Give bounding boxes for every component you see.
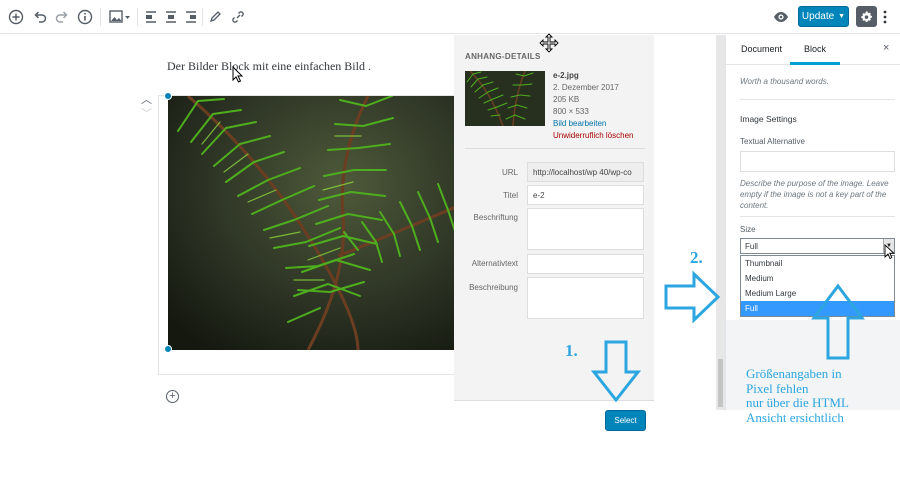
tab-document[interactable]: Document xyxy=(741,44,782,54)
url-label: URL xyxy=(501,168,518,177)
alt-help-line: content. xyxy=(740,201,769,210)
annotation-step-2: 2. xyxy=(690,248,703,267)
toolbar-divider xyxy=(202,8,203,26)
description-textarea[interactable] xyxy=(527,277,644,319)
size-select[interactable]: Full ▼ xyxy=(740,238,895,254)
resize-handle-top[interactable] xyxy=(164,92,172,100)
annotation-note-line: Ansicht ersichtlich xyxy=(746,409,844,425)
sidebar-tabs: Document Block × xyxy=(726,35,900,65)
attachment-date: 2. Dezember 2017 xyxy=(553,83,619,92)
alt-help-text: Describe the purpose of the image. Leave… xyxy=(740,178,898,211)
title-field[interactable]: e-2 xyxy=(527,185,644,205)
textual-alternative-label: Textual Alternative xyxy=(740,137,805,146)
link-icon[interactable] xyxy=(228,7,248,27)
sidebar-divider xyxy=(740,99,895,100)
move-cursor-icon xyxy=(539,33,559,53)
sidebar-scrollbar-track[interactable] xyxy=(716,35,725,410)
delete-permanently-link[interactable]: Unwiderruflich löschen xyxy=(553,131,633,140)
mouse-pointer-icon xyxy=(232,66,244,83)
attachment-details-title: ANHANG-DETAILS xyxy=(465,52,541,61)
panel-divider xyxy=(465,148,645,149)
attachment-thumbnail xyxy=(465,71,545,126)
sidebar-scrollbar-thumb[interactable] xyxy=(718,359,723,407)
textual-alternative-input[interactable] xyxy=(740,151,895,172)
align-right-icon[interactable] xyxy=(181,7,201,27)
editor-toolbar: Update ▼ xyxy=(0,0,900,34)
attachment-filename: e-2.jpg xyxy=(553,71,579,80)
toolbar-divider xyxy=(100,8,101,26)
align-left-icon[interactable] xyxy=(141,7,161,27)
title-label: Titel xyxy=(503,191,518,200)
annotation-step-1: 1. xyxy=(565,341,578,360)
info-icon[interactable] xyxy=(75,7,95,27)
align-center-icon[interactable] xyxy=(161,7,181,27)
alt-text-label: Alternativtext xyxy=(471,259,518,268)
image-block-photo[interactable] xyxy=(168,96,458,350)
pencil-icon[interactable] xyxy=(205,7,225,27)
mouse-pointer-icon xyxy=(884,244,895,260)
alt-help-line: empty if the image is not a key part of … xyxy=(740,190,887,199)
caption-label: Beschriftung xyxy=(473,213,518,222)
update-button-label: Update xyxy=(801,11,835,22)
annotation-arrow-down xyxy=(590,340,642,403)
block-move-down-icon[interactable]: ﹀ xyxy=(141,105,152,121)
alt-text-field[interactable] xyxy=(527,254,644,274)
caption-textarea[interactable] xyxy=(527,208,644,250)
attachment-filesize: 205 KB xyxy=(553,95,580,104)
annotation-note-line: Pixel fehlen xyxy=(746,380,809,396)
gear-icon xyxy=(861,11,873,23)
url-field[interactable]: http://localhost/wp 40/wp-co xyxy=(527,162,644,182)
settings-button[interactable] xyxy=(856,6,877,27)
image-settings-heading: Image Settings xyxy=(740,114,797,124)
sidebar-divider xyxy=(740,216,895,217)
undo-icon[interactable] xyxy=(30,7,50,27)
eye-icon[interactable] xyxy=(771,7,791,27)
add-block-icon[interactable]: + xyxy=(166,390,179,403)
active-tab-indicator xyxy=(790,62,840,65)
select-button[interactable]: Select xyxy=(605,410,646,431)
alt-help-line: Describe the purpose of the image. Leave xyxy=(740,179,889,188)
size-selected-value: Full xyxy=(745,241,758,251)
resize-handle-bottom[interactable] xyxy=(164,345,172,353)
add-icon[interactable] xyxy=(6,7,26,27)
size-option-thumbnail[interactable]: Thumbnail xyxy=(741,256,894,271)
annotation-note: Größenangaben in Pixel fehlen nur über d… xyxy=(746,366,849,425)
image-icon[interactable] xyxy=(108,7,132,27)
block-description: Worth a thousand words. xyxy=(740,77,829,86)
size-label: Size xyxy=(740,225,756,234)
more-icon[interactable] xyxy=(878,7,892,27)
close-icon[interactable]: × xyxy=(883,42,889,54)
update-button[interactable]: Update ▼ xyxy=(798,6,849,27)
attachment-dimensions: 800 × 533 xyxy=(553,107,589,116)
edit-image-link[interactable]: Bild bearbeiten xyxy=(553,119,606,128)
toolbar-divider xyxy=(137,8,138,26)
tab-block[interactable]: Block xyxy=(804,44,826,54)
paragraph-block[interactable]: Der Bilder Block mit eine einfachen Bild… xyxy=(167,59,371,74)
redo-icon[interactable] xyxy=(52,7,72,27)
annotation-arrow-up xyxy=(811,283,865,360)
annotation-note-line: nur über die HTML xyxy=(746,395,849,410)
annotation-arrow-right xyxy=(664,270,721,324)
annotation-note-line: Größenangaben in xyxy=(746,366,842,381)
description-label: Beschreibung xyxy=(469,283,518,292)
chevron-down-icon: ▼ xyxy=(838,13,846,20)
